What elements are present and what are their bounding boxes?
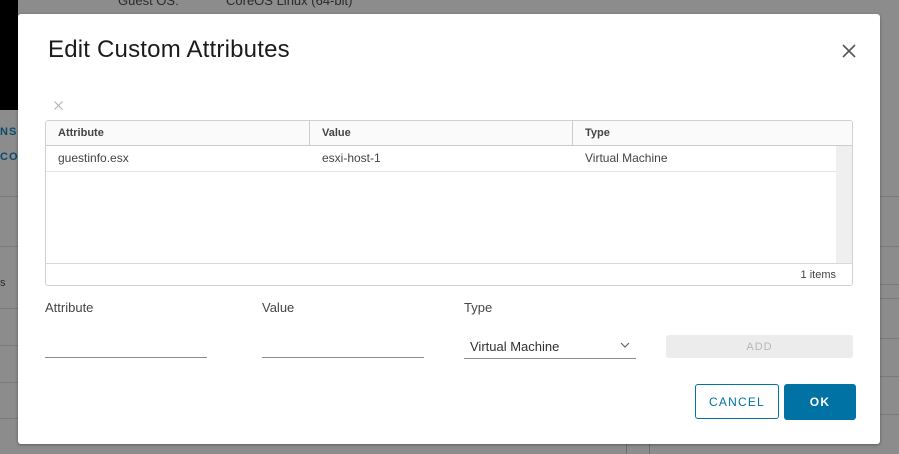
type-select[interactable]: Virtual Machine — [464, 334, 636, 359]
background-console-thumbnail — [0, 0, 18, 110]
column-header-attribute[interactable]: Attribute — [46, 121, 309, 145]
attribute-label: Attribute — [45, 300, 94, 315]
items-count: 1 items — [800, 269, 836, 281]
background-divider — [0, 246, 18, 247]
value-input[interactable] — [262, 332, 424, 358]
close-button[interactable] — [838, 40, 860, 62]
background-divider — [880, 284, 899, 285]
attribute-input[interactable] — [45, 332, 207, 358]
background-divider — [0, 418, 18, 419]
grid-footer: 1 items — [46, 263, 852, 285]
table-row[interactable]: guestinfo.esx esxi-host-1 Virtual Machin… — [46, 146, 836, 172]
background-divider — [880, 246, 899, 247]
add-button[interactable]: ADD — [666, 335, 853, 358]
background-divider — [880, 338, 899, 339]
background-divider — [0, 196, 18, 197]
background-guest-os-value: CoreOS Linux (64-bit) — [226, 0, 353, 8]
background-divider — [880, 298, 899, 299]
background-divider — [880, 414, 899, 415]
close-icon — [842, 44, 856, 58]
background-splitter — [626, 444, 650, 454]
background-divider — [0, 345, 18, 346]
background-divider — [0, 308, 18, 309]
type-label: Type — [464, 300, 493, 315]
type-select-value: Virtual Machine — [470, 339, 560, 354]
column-header-value[interactable]: Value — [310, 121, 573, 145]
background-guest-os-label: Guest OS: — [118, 0, 179, 8]
background-link-fragment-2: CO — [0, 151, 19, 163]
attributes-grid: Attribute Value Type guestinfo.esx esxi-… — [45, 120, 853, 286]
remove-icon — [54, 101, 63, 110]
cancel-button[interactable]: CANCEL — [695, 384, 779, 419]
cell-type: Virtual Machine — [585, 151, 668, 165]
dialog-title: Edit Custom Attributes — [48, 36, 290, 63]
ok-button[interactable]: OK — [784, 384, 856, 420]
background-side-char: s — [0, 277, 6, 289]
background-divider — [0, 382, 18, 383]
background-divider — [880, 196, 899, 197]
cell-attribute: guestinfo.esx — [58, 151, 129, 165]
edit-custom-attributes-dialog: Edit Custom Attributes Attribute Value T… — [18, 14, 880, 444]
grid-scrollbar[interactable] — [836, 146, 852, 263]
chevron-down-icon — [620, 342, 630, 348]
background-divider — [880, 376, 899, 377]
cell-value: esxi-host-1 — [322, 151, 381, 165]
grid-header: Attribute Value Type — [46, 121, 852, 146]
remove-attribute-button[interactable] — [53, 98, 64, 110]
value-label: Value — [262, 300, 295, 315]
column-header-type[interactable]: Type — [573, 121, 836, 145]
